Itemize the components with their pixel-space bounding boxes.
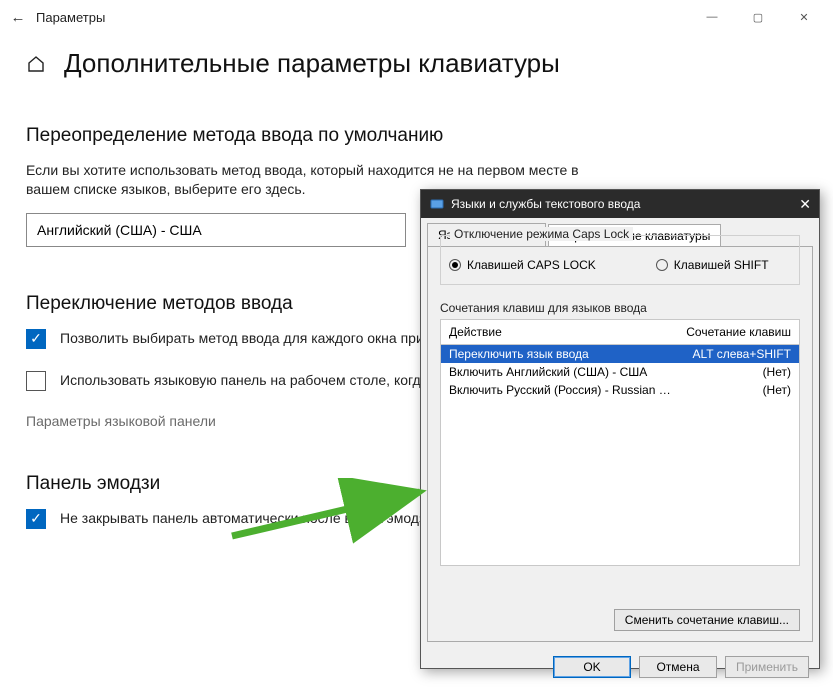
window-title: Параметры — [36, 10, 105, 25]
cancel-button[interactable]: Отмена — [639, 656, 717, 678]
minimize-button[interactable]: — — [689, 1, 735, 33]
checkbox-per-app[interactable]: ✓ — [26, 329, 46, 349]
dropdown-value: Английский (США) - США — [37, 222, 202, 238]
checkbox-emoji-panel[interactable]: ✓ — [26, 509, 46, 529]
hotkeys-group-label: Сочетания клавиш для языков ввода — [440, 301, 800, 315]
dialog-titlebar: Языки и службы текстового ввода ✕ — [421, 190, 819, 218]
change-hotkey-button[interactable]: Сменить сочетание клавиш... — [614, 609, 800, 631]
section-override-heading: Переопределение метода ввода по умолчани… — [26, 125, 807, 147]
close-button[interactable]: ✕ — [781, 1, 827, 33]
maximize-button[interactable]: ▢ — [735, 1, 781, 33]
radio-shift-key[interactable]: Клавишей SHIFT — [656, 258, 769, 272]
list-item[interactable]: Переключить язык ввода ALT слева+SHIFT — [441, 345, 799, 363]
ok-button[interactable]: OK — [553, 656, 631, 678]
settings-titlebar: ← Параметры — ▢ ✕ — [0, 0, 833, 34]
radio-capslock-key[interactable]: Клавишей CAPS LOCK — [449, 258, 596, 272]
hotkey-listbox[interactable]: Переключить язык ввода ALT слева+SHIFT В… — [440, 344, 800, 566]
home-icon[interactable] — [26, 54, 46, 74]
dialog-title: Языки и службы текстового ввода — [451, 197, 640, 211]
capslock-group-label: Отключение режима Caps Lock — [450, 227, 633, 241]
text-services-dialog: Языки и службы текстового ввода ✕ Языков… — [420, 189, 820, 669]
col-action: Действие — [449, 325, 671, 339]
back-button[interactable]: ← — [6, 9, 30, 26]
radio-capslock-label: Клавишей CAPS LOCK — [467, 258, 596, 272]
radio-shift-label: Клавишей SHIFT — [674, 258, 769, 272]
dialog-icon — [429, 196, 445, 212]
dialog-close-icon[interactable]: ✕ — [799, 196, 811, 213]
checkbox-emoji-panel-label: Не закрывать панель автоматически после … — [60, 509, 433, 528]
col-combo: Сочетание клавиш — [671, 325, 791, 339]
checkbox-per-app-label: Позволить выбирать метод ввода для каждо… — [60, 329, 480, 348]
list-item[interactable]: Включить Английский (США) - США (Нет) — [441, 363, 799, 381]
default-input-method-dropdown[interactable]: Английский (США) - США — [26, 213, 406, 247]
hotkey-list-header: Действие Сочетание клавиш — [440, 319, 800, 344]
checkbox-language-bar[interactable] — [26, 371, 46, 391]
list-item[interactable]: Включить Русский (Россия) - Russian Phon… — [441, 381, 799, 399]
page-title: Дополнительные параметры клавиатуры — [64, 48, 560, 79]
apply-button[interactable]: Применить — [725, 656, 809, 678]
